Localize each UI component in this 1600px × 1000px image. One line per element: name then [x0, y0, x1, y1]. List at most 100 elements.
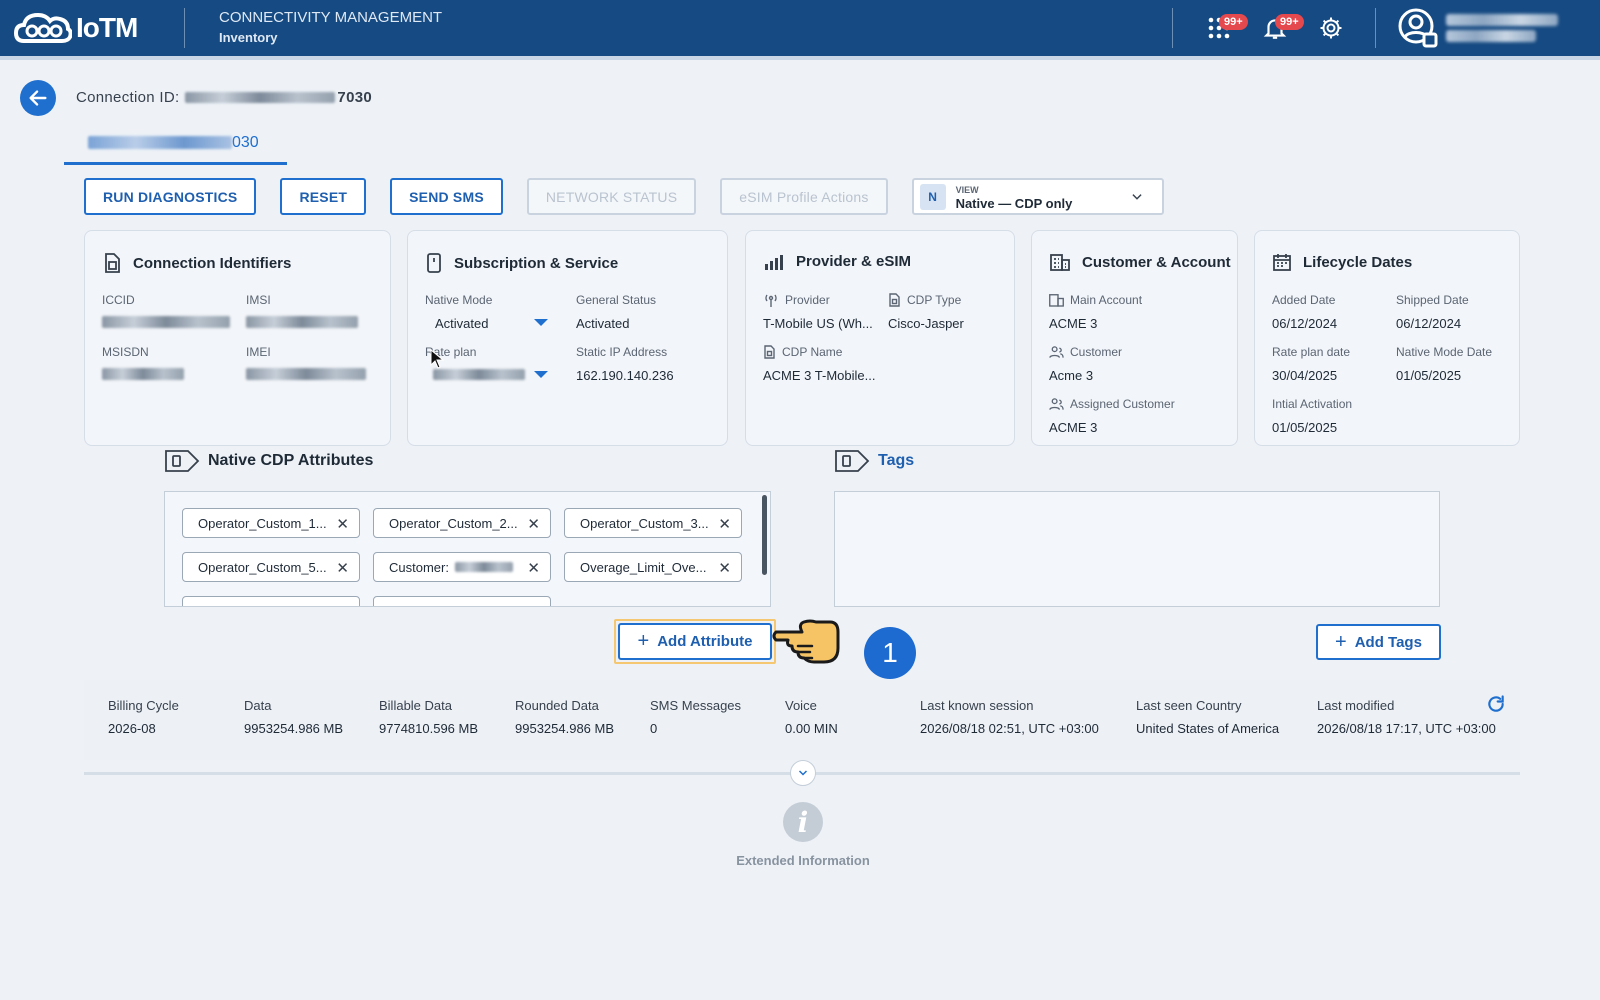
attribute-chip[interactable]: Customer: ✕ [373, 552, 551, 582]
mouse-cursor-icon [430, 349, 445, 369]
stat-value: 9953254.986 MB [244, 721, 344, 736]
user-name-redacted[interactable] [1446, 11, 1564, 45]
tags-list[interactable] [834, 491, 1440, 607]
calendar-icon [1273, 254, 1291, 271]
close-icon[interactable]: ✕ [336, 515, 349, 533]
attribute-chip-partial[interactable] [182, 596, 360, 606]
main-account-label: Main Account [1070, 293, 1143, 307]
tags-section-title: Tags [834, 449, 914, 473]
stat-label: Billing Cycle [108, 698, 179, 713]
shipped-date-value: 06/12/2024 [1396, 316, 1462, 331]
close-icon[interactable]: ✕ [718, 559, 731, 577]
attribute-chip-label: Operator_Custom_3... [580, 515, 709, 531]
close-icon[interactable]: ✕ [527, 515, 540, 533]
notifications-button[interactable]: 99+ [1255, 8, 1304, 48]
card-title: Customer & Account [1082, 253, 1231, 271]
stat-value: 9953254.986 MB [515, 721, 615, 736]
connection-identifiers-card: Connection Identifiers ICCID IMSI MSISDN… [84, 230, 391, 446]
msisdn-value-redacted [102, 368, 184, 380]
subscription-service-card: Subscription & Service Native Mode Activ… [407, 230, 728, 446]
native-mode-date-label: Native Mode Date [1396, 345, 1493, 359]
extended-information-label[interactable]: Extended Information [700, 853, 906, 868]
stat-label: Voice [785, 698, 817, 713]
users-icon [1049, 398, 1064, 410]
tab-connection[interactable]: 030 [64, 123, 287, 165]
connection-id: Connection ID: 7030 [76, 89, 372, 106]
close-icon[interactable]: ✕ [718, 515, 731, 533]
info-icon[interactable]: i [783, 802, 823, 842]
user-avatar[interactable] [1398, 8, 1438, 48]
imsi-value-redacted [246, 316, 358, 328]
network-status-button[interactable]: NETWORK STATUS [526, 178, 697, 215]
redacted-value [185, 92, 336, 103]
rate-plan-dropdown-icon[interactable] [534, 371, 548, 378]
card-title: Connection Identifiers [133, 254, 292, 272]
attribute-chip[interactable]: Operator_Custom_2... ✕ [373, 508, 551, 538]
lifecycle-dates-card: Lifecycle Dates Added Date 06/12/2024 Sh… [1254, 230, 1520, 446]
tag-icon [165, 450, 200, 472]
stat-label: SMS Messages [650, 698, 742, 713]
user-avatar-icon [1398, 8, 1438, 48]
attribute-chip[interactable]: Operator_Custom_5... ✕ [182, 552, 360, 582]
attribute-chip[interactable]: Operator_Custom_3... ✕ [564, 508, 742, 538]
sim-card-icon [764, 345, 775, 359]
customer-value: Acme 3 [1049, 368, 1094, 383]
attribute-chip-label: Customer: [389, 559, 449, 575]
module-name: CONNECTIVITY MANAGEMENT [219, 9, 443, 26]
customer-account-card: Customer & Account Main Account ACME 3 C… [1031, 230, 1238, 446]
close-icon[interactable]: ✕ [336, 559, 349, 577]
header-divider [184, 8, 185, 48]
settings-button[interactable] [1311, 8, 1351, 48]
static-ip-label: Static IP Address [576, 345, 668, 359]
attribute-chip-label: Operator_Custom_1... [198, 515, 327, 531]
static-ip-value: 162.190.140.236 [576, 368, 674, 383]
esim-profile-actions-button[interactable]: eSIM Profile Actions [720, 178, 888, 215]
redacted-value [454, 562, 513, 572]
run-diagnostics-button[interactable]: RUN DIAGNOSTICS [84, 178, 257, 215]
stat-label: Data [244, 698, 272, 713]
stat-label: Last known session [920, 698, 1034, 713]
stat-label: Last modified [1317, 698, 1395, 713]
attribute-chip[interactable]: Overage_Limit_Ove... ✕ [564, 552, 742, 582]
add-tags-label: Add Tags [1354, 633, 1422, 651]
logo[interactable]: IoTM [14, 11, 154, 45]
back-button[interactable] [20, 80, 56, 116]
customer-label: Customer [1070, 345, 1123, 359]
attributes-list[interactable]: Operator_Custom_1... ✕ Operator_Custom_2.… [164, 491, 771, 607]
connection-id-suffix: 7030 [337, 89, 372, 106]
card-title: Provider & eSIM [796, 253, 912, 270]
reset-button[interactable]: RESET [280, 178, 367, 215]
native-mode-value[interactable]: Activated [435, 316, 492, 331]
attributes-scrollbar[interactable] [762, 495, 767, 575]
rate-plan-value-redacted[interactable] [433, 369, 525, 380]
pointing-hand-icon [772, 619, 840, 664]
attribute-chip[interactable]: Operator_Custom_1... ✕ [182, 508, 360, 538]
refresh-icon[interactable] [1486, 694, 1506, 714]
add-attribute-button[interactable]: + Add Attribute [618, 623, 772, 660]
native-mode-dropdown-icon[interactable] [534, 319, 548, 326]
apps-button[interactable]: 99+ [1199, 8, 1248, 48]
close-icon[interactable]: ✕ [527, 559, 540, 577]
expand-button[interactable] [790, 760, 816, 786]
native-mode-date-value: 01/05/2025 [1396, 368, 1462, 383]
add-tags-button[interactable]: + Add Tags [1316, 624, 1441, 660]
cdp-type-label: CDP Type [907, 293, 962, 307]
step-marker: 1 [864, 627, 916, 679]
initial-activation-value: 01/05/2025 [1272, 420, 1338, 435]
view-select[interactable]: N VIEW Native — CDP only [911, 178, 1164, 215]
stat-label: Last seen Country [1136, 698, 1242, 713]
plus-icon: + [1335, 630, 1347, 653]
send-sms-button[interactable]: SEND SMS [390, 178, 503, 215]
attributes-title: Native CDP Attributes [208, 452, 374, 469]
general-status-value: Activated [576, 316, 630, 331]
assigned-customer-label: Assigned Customer [1070, 397, 1175, 411]
stat-value: 0.00 MIN [785, 721, 838, 736]
attribute-chip-partial[interactable] [373, 596, 551, 606]
stat-label: Billable Data [379, 698, 452, 713]
rate-plan-date-value: 30/04/2025 [1272, 368, 1338, 383]
rate-plan-date-label: Rate plan date [1272, 345, 1351, 359]
view-label: VIEW [955, 184, 979, 195]
add-attribute-label: Add Attribute [657, 633, 753, 650]
usage-stats-bar: Billing Cycle 2026-08 Data 9953254.986 MB … [84, 680, 1520, 760]
imei-value-redacted [246, 368, 366, 380]
